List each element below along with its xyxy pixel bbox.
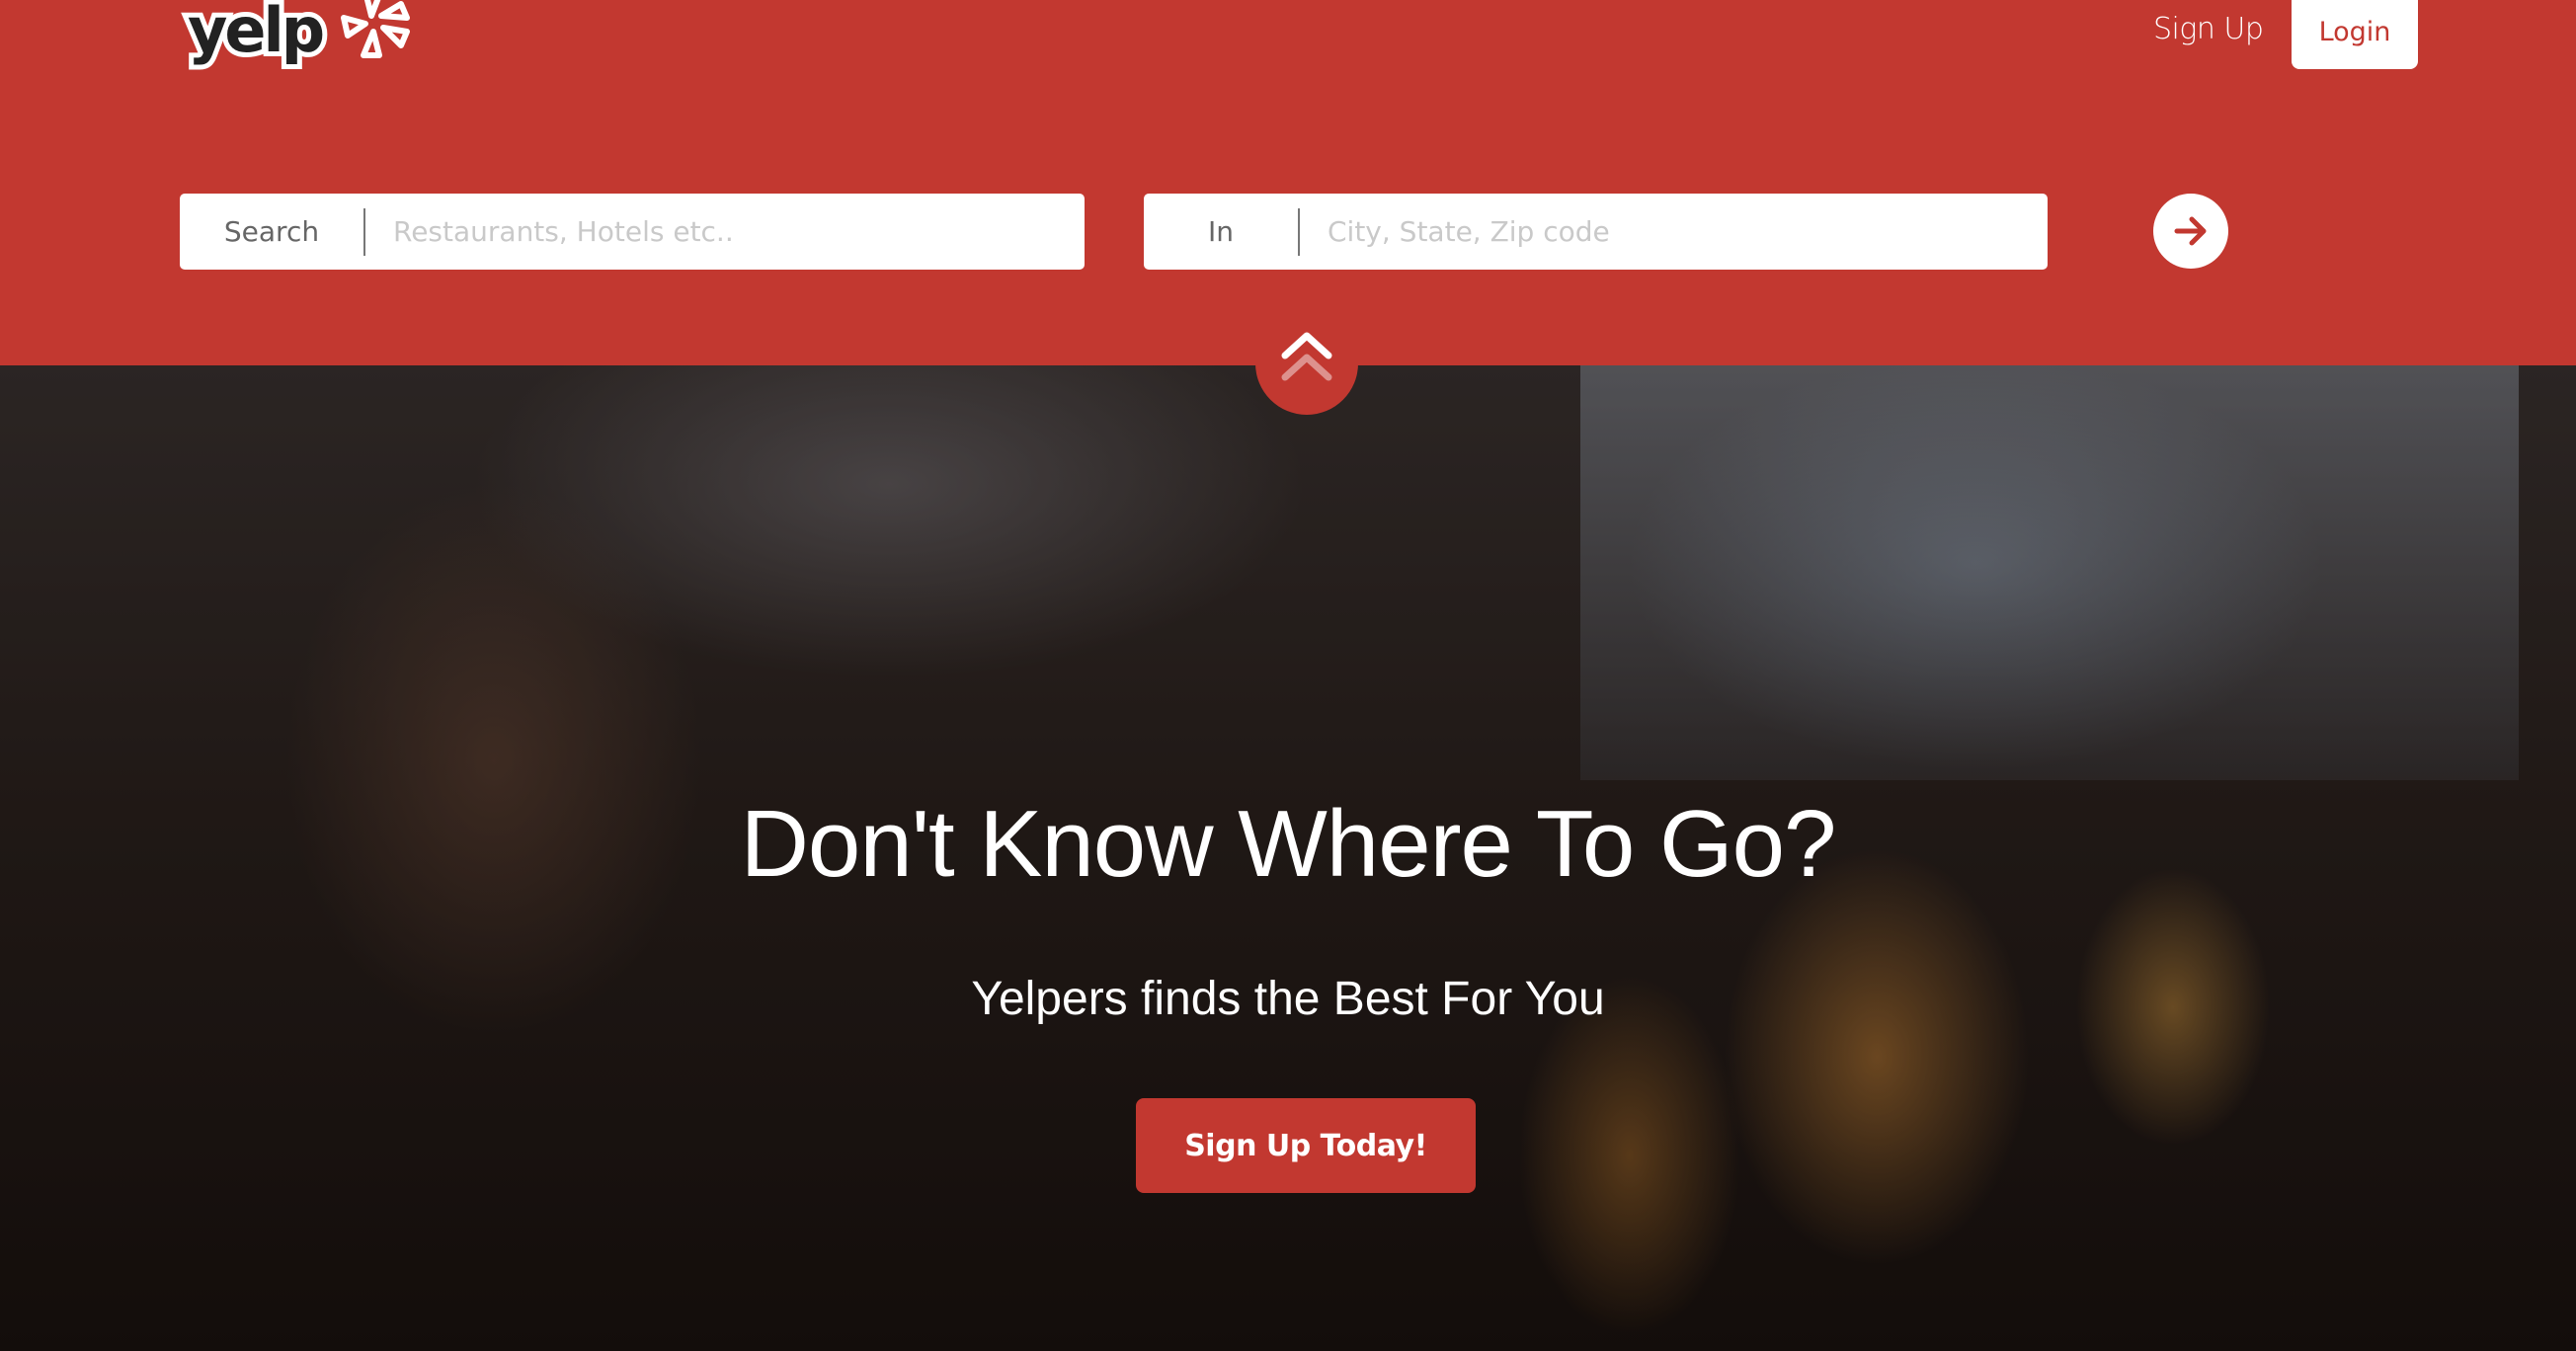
hero-title: Don't Know Where To Go?	[740, 791, 1837, 897]
search-where-box: In	[1144, 193, 2048, 271]
nav-login-button[interactable]: Login	[2292, 0, 2418, 69]
search-what-label: Search	[223, 215, 320, 248]
hero-subtitle: Yelpers finds the Best For You	[971, 973, 1605, 1025]
yelp-logo[interactable]: yelp	[180, 0, 427, 79]
yelp-burst-icon	[341, 0, 410, 58]
search-what-box: Search	[180, 193, 1085, 271]
signup-today-button[interactable]: Sign Up Today!	[1136, 1098, 1476, 1193]
arrow-right-icon	[2174, 216, 2207, 246]
scroll-up-tab[interactable]	[1255, 316, 1358, 415]
search-where-input[interactable]	[1300, 193, 2048, 271]
search-submit-button[interactable]	[2153, 194, 2228, 269]
yelp-logo-icon: yelp	[183, 0, 410, 71]
nav-signup-link[interactable]: Sign Up	[2153, 10, 2264, 49]
site-header: yelp Sign Up Login Search In	[0, 0, 2576, 365]
double-chevron-up-icon	[1281, 332, 1332, 381]
search-where-label: In	[1207, 215, 1234, 248]
search-what-input[interactable]	[365, 193, 1085, 271]
logo-wordmark: yelp	[188, 0, 323, 66]
hero-section: Don't Know Where To Go? Yelpers finds th…	[0, 365, 2576, 1351]
